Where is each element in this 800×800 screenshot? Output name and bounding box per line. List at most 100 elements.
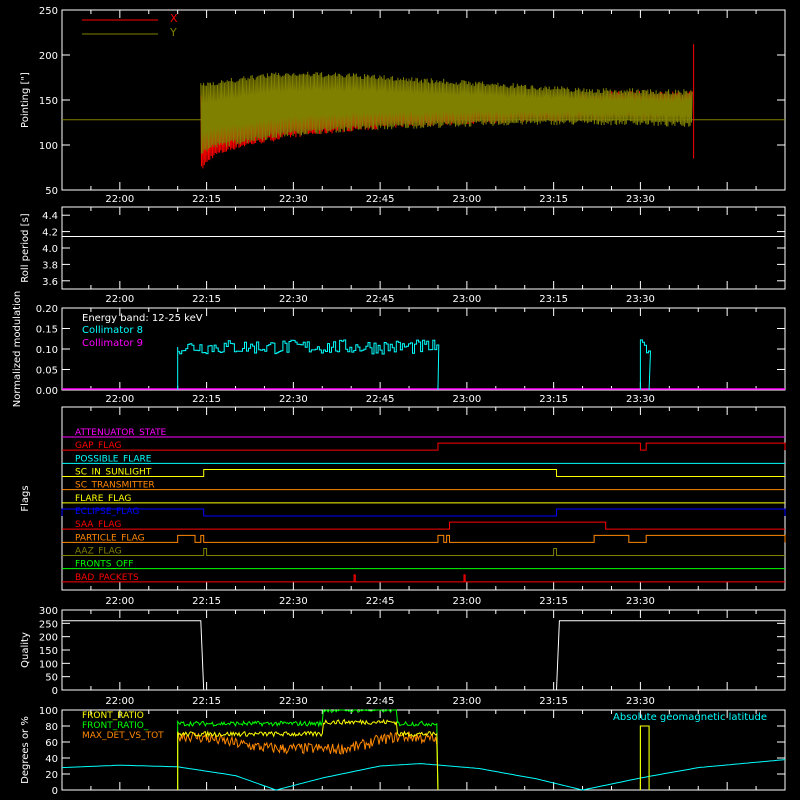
x-tick-label: 22:45	[366, 394, 395, 405]
x-tick-label: 22:00	[105, 696, 134, 707]
y-tick-label: 100	[39, 659, 58, 670]
x-tick-label: 23:30	[626, 394, 655, 405]
pointing-panel: 22:00 22:15 22:30 22:45 23:00 23:15 23:30 50 100…	[20, 6, 786, 205]
geomagnetic-panel: 0 20 40 60 80 100 Degrees or % FRONT_RATIOFRONT…	[20, 706, 786, 797]
legend-label: Collimator 8	[82, 325, 143, 336]
x-tick-label: 22:15	[192, 194, 221, 205]
y-tick-label: 200	[39, 633, 58, 644]
legend-label: FRONT_RATIO_	[82, 721, 149, 731]
y-tick-label: 250	[39, 619, 58, 630]
x-tick-label: 22:15	[192, 394, 221, 405]
y-tick-label: 150	[39, 646, 58, 657]
ratio-blip	[639, 725, 650, 790]
x-tick-label: 22:15	[192, 596, 221, 607]
legend-label: Y	[169, 26, 177, 39]
y-tick-label: 0	[52, 686, 58, 697]
x-tick-label: 23:15	[539, 194, 568, 205]
flag-trace	[61, 508, 786, 517]
x-tick-label: 23:00	[452, 194, 481, 205]
y-tick-label: 0.05	[36, 366, 58, 377]
ratio-trace-yellow	[177, 718, 439, 791]
legend-label: FRONT_RATIO	[82, 711, 144, 721]
x-tick-label: 22:30	[279, 194, 308, 205]
y-tick-label: 60	[45, 738, 58, 749]
y-tick-label: 3.8	[42, 260, 58, 271]
y-tick-label: 0	[52, 786, 58, 797]
x-tick-label: 22:15	[192, 696, 221, 707]
y-tick-label: 40	[45, 754, 58, 765]
x-tick-label: 23:15	[539, 696, 568, 707]
legend-label: MAX_DET_VS_TOT	[82, 731, 164, 741]
x-tick-label: 23:00	[452, 596, 481, 607]
flag-trace	[62, 469, 785, 477]
ratio-blip	[639, 725, 650, 790]
y-tick-label: 3.6	[42, 277, 58, 288]
x-tick-label: 23:30	[626, 194, 655, 205]
flags-panel: 22:00 22:15 22:30 22:45 23:00 23:15 23:30 Flags…	[20, 406, 786, 607]
modulation-panel: 22:00 22:15 22:30 22:45 23:00 23:15 23:30 0.00 0…	[12, 291, 786, 408]
y-tick-label: 4.4	[42, 211, 58, 222]
y-tick-label: 0.20	[36, 304, 58, 315]
legend-title: Energy band: 12-25 keV	[82, 313, 203, 324]
plot-frame	[61, 406, 786, 591]
ratio-blip	[639, 725, 650, 790]
x-tick-label: 23:15	[539, 596, 568, 607]
y-tick-label: 4.2	[42, 228, 58, 239]
x-tick-label: 22:30	[279, 696, 308, 707]
x-tick-label: 23:30	[626, 294, 655, 305]
x-tick-label: 22:45	[366, 194, 395, 205]
y-tick-label: 0.00	[36, 386, 58, 397]
x-tick-label: 22:30	[279, 394, 308, 405]
flag-trace	[62, 548, 785, 556]
x-tick-label: 22:00	[105, 596, 134, 607]
y-axis-label: Degrees or %	[20, 716, 31, 784]
y-tick-label: 4.0	[42, 244, 58, 255]
y-tick-label: 100	[39, 141, 58, 152]
flag-trace	[62, 521, 785, 530]
x-tick-label: 22:00	[105, 294, 134, 305]
legend-label: X	[170, 12, 178, 25]
flag-trace	[62, 534, 786, 543]
collimator-8-trace	[177, 339, 440, 391]
plot-frame	[61, 206, 786, 290]
roll-period-panel: 22:00 22:15 22:30 22:45 23:00 23:15 23:30 3.6 3.…	[20, 206, 786, 305]
x-tick-label: 23:00	[452, 394, 481, 405]
y-tick-label: 0.10	[36, 345, 58, 356]
y-axis-label: Roll period [s]	[20, 213, 31, 282]
y-tick-label: 300	[39, 606, 58, 617]
y-axis-label: Flags	[20, 485, 31, 511]
x-tick-label: 23:15	[539, 294, 568, 305]
x-tick-label: 22:45	[366, 596, 395, 607]
x-tick-label: 22:00	[105, 194, 134, 205]
x-tick-label: 23:00	[452, 294, 481, 305]
x-tick-label: 22:15	[192, 294, 221, 305]
y-tick-label: 50	[45, 186, 58, 197]
y-axis-label: Pointing ["]	[20, 72, 31, 128]
x-tick-label: 23:30	[626, 696, 655, 707]
flag-trace	[62, 574, 785, 583]
geomagnetic-latitude-line	[61, 759, 786, 791]
y-tick-label: 250	[39, 6, 58, 17]
x-tick-label: 22:00	[105, 394, 134, 405]
x-tick-label: 22:45	[366, 696, 395, 707]
plot-frame	[61, 609, 786, 691]
y-tick-label: 0.15	[36, 325, 58, 336]
quality-line	[62, 620, 785, 691]
x-tick-label: 23:30	[626, 596, 655, 607]
x-tick-label: 23:15	[539, 394, 568, 405]
annotation: Absolute geomagnetic latitude	[613, 712, 767, 723]
flag-trace	[62, 442, 786, 451]
x-tick-label: 22:45	[366, 294, 395, 305]
y-axis-label: Normalized modulation	[12, 291, 23, 408]
collimator-8-trace	[639, 339, 652, 391]
chart-canvas: 22:00 22:15 22:30 22:45 23:00 23:15 23:30 50 100…	[12, 6, 786, 797]
x-tick-label: 23:00	[452, 696, 481, 707]
quality-panel: 22:00 22:15 22:30 22:45 23:00 23:15 23:30 0 50 10…	[20, 606, 786, 707]
y-tick-label: 200	[39, 51, 58, 62]
y-tick-label: 20	[45, 770, 58, 781]
y-tick-label: 50	[45, 673, 58, 684]
legend-label: Collimator 9	[82, 338, 143, 349]
y-axis-label: Quality	[20, 632, 31, 668]
ratio-trace-orange	[177, 730, 439, 791]
x-tick-label: 22:30	[279, 294, 308, 305]
